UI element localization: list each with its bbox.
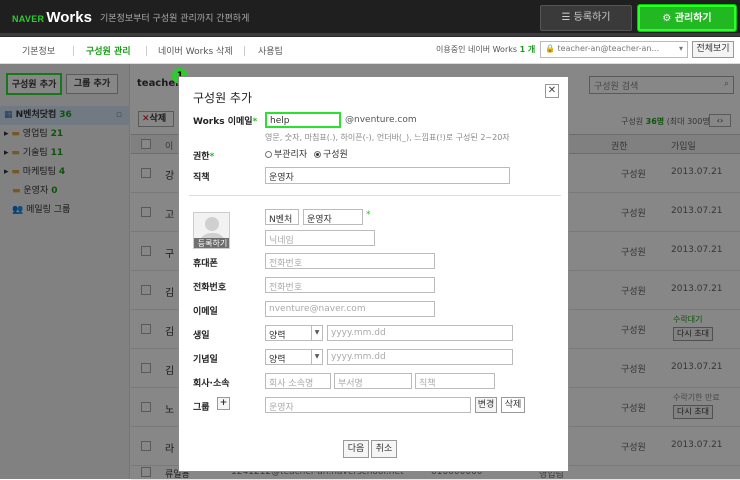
phone-input[interactable]: 전화번호 xyxy=(265,277,435,293)
last-name-input[interactable]: N벤처 xyxy=(265,209,299,225)
company-input[interactable]: 회사 소속명 xyxy=(265,373,331,389)
birthday-label: 생일 xyxy=(193,331,210,341)
duty-label: 직책 xyxy=(193,173,210,183)
profile-photo[interactable]: 등록하기 xyxy=(193,212,230,249)
register-label: 등록하기 xyxy=(573,12,611,23)
nav-separator xyxy=(244,46,245,56)
close-icon[interactable]: ✕ xyxy=(545,84,559,98)
birthday-calendar-select[interactable]: 양력 ▼ xyxy=(265,325,323,341)
nickname-input[interactable]: 닉네임 xyxy=(265,230,375,246)
chevron-down-icon: ▼ xyxy=(311,326,322,340)
chevron-down-icon: ▾ xyxy=(678,44,683,53)
register-button[interactable]: ☰ 등록하기 xyxy=(540,5,632,31)
position-input[interactable]: 직책 xyxy=(415,373,495,389)
phone-label: 전화번호 xyxy=(193,283,227,293)
radio-checked-icon xyxy=(314,151,321,158)
anniversary-date-input[interactable]: yyyy.mm.dd xyxy=(327,349,513,365)
group-label: 그룹 xyxy=(193,403,210,413)
role-option-label: 구성원 xyxy=(323,150,348,160)
first-name-input[interactable]: 운영자 xyxy=(303,209,363,225)
anniversary-label: 기념일 xyxy=(193,355,218,365)
email-label: Works 이메일* xyxy=(193,114,257,127)
role-radio-member[interactable]: 구성원 xyxy=(314,150,348,160)
radio-icon xyxy=(265,151,272,158)
tagline: 기본정보부터 구성원 관리까지 간편하게 xyxy=(100,14,250,24)
admin-label: 관리하기 xyxy=(674,13,712,24)
dialog-title: 구성원 추가 xyxy=(193,91,253,105)
list-icon: ☰ xyxy=(561,12,574,23)
usage-text: 이용중인 네이버 Works 1 개 xyxy=(436,44,535,55)
email-hint: 영문, 숫자, 마침표(.), 하이픈(-), 언더바(_), 느낌표(!)로 … xyxy=(265,133,510,142)
mail-input[interactable]: nventure@naver.com xyxy=(265,301,435,317)
gear-icon: ⚙ xyxy=(662,13,675,24)
avatar-head xyxy=(205,217,219,231)
required-mark: * xyxy=(252,117,258,127)
email-label-text: Works 이메일 xyxy=(193,117,253,127)
mail-label: 이메일 xyxy=(193,307,218,317)
nav-item-tips[interactable]: 사용팁 xyxy=(258,44,283,57)
email-domain: @nventure.com xyxy=(345,115,417,125)
email-input[interactable]: help xyxy=(265,112,341,128)
role-option-label: 부관리자 xyxy=(274,150,308,160)
user-select[interactable]: 🔒 teacher-an@teacher-an... ▾ xyxy=(540,41,688,58)
admin-button[interactable]: ⚙ 관리하기 xyxy=(638,5,736,31)
add-group-icon[interactable]: + xyxy=(217,397,230,410)
nav-item-member-management[interactable]: 구성원 관리 xyxy=(86,44,131,57)
role-radio-subadmin[interactable]: 부관리자 xyxy=(265,150,307,160)
role-label: 권한* xyxy=(193,149,214,162)
nav-item-delete-works[interactable]: 네이버 Works 삭제 xyxy=(158,44,233,57)
top-bar: NAVER Works 기본정보부터 구성원 관리까지 간편하게 ☰ 등록하기 ⚙… xyxy=(0,0,740,33)
group-input[interactable]: 운영자 xyxy=(265,397,471,413)
delete-group-button[interactable]: 삭제 xyxy=(501,397,525,413)
mobile-input[interactable]: 전화번호 xyxy=(265,253,435,269)
nav-separator xyxy=(73,46,74,56)
birthday-date-input[interactable]: yyyy.mm.dd xyxy=(327,325,513,341)
lock-icon: 🔒 xyxy=(545,44,558,53)
dept-input[interactable]: 부서명 xyxy=(334,373,412,389)
logo-works: Works xyxy=(46,9,92,26)
mobile-label: 휴대폰 xyxy=(193,259,218,269)
divider xyxy=(189,195,561,196)
usage-label: 이용중인 네이버 Works xyxy=(436,45,518,54)
select-value: 양력 xyxy=(269,355,286,365)
change-group-button[interactable]: 변경 xyxy=(475,397,497,413)
company-label: 회사·소속 xyxy=(193,379,230,389)
anniversary-calendar-select[interactable]: 양력 ▼ xyxy=(265,349,323,365)
duty-input[interactable]: 운영자 xyxy=(265,167,510,184)
nav-separator xyxy=(146,46,147,56)
nav-item-basic-info[interactable]: 기본정보 xyxy=(22,44,55,57)
required-mark: * xyxy=(209,152,215,162)
next-button[interactable]: 다음 xyxy=(343,440,369,458)
role-radio-group: 부관리자 구성원 xyxy=(265,147,348,160)
cancel-button[interactable]: 취소 xyxy=(371,440,397,458)
photo-register-label[interactable]: 등록하기 xyxy=(194,238,229,248)
user-select-value: teacher-an@teacher-an... xyxy=(557,44,660,53)
usage-count: 1 개 xyxy=(519,45,536,54)
role-label-text: 권한 xyxy=(193,152,210,162)
required-mark: * xyxy=(366,210,371,220)
select-value: 양력 xyxy=(269,331,286,341)
full-view-button[interactable]: 전체보기 xyxy=(692,41,734,58)
logo-naver: NAVER xyxy=(12,14,45,24)
naver-works-logo[interactable]: NAVER Works xyxy=(12,9,92,26)
chevron-down-icon: ▼ xyxy=(311,350,322,364)
add-member-dialog: 구성원 추가 ✕ Works 이메일* help @nventure.com 영… xyxy=(178,76,569,472)
